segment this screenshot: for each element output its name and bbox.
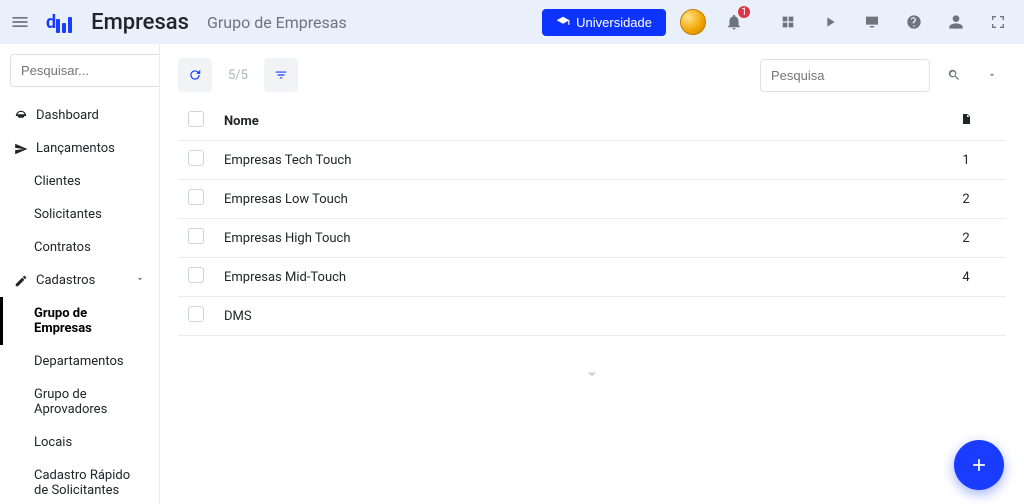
row-name: Empresas High Touch: [214, 219, 926, 258]
row-checkbox[interactable]: [188, 228, 204, 244]
nav-grupo-aprovadores[interactable]: Grupo de Aprovadores: [0, 378, 159, 426]
nav-departamentos[interactable]: Departamentos: [0, 345, 159, 378]
nav-dashboard-label: Dashboard: [36, 108, 99, 123]
th-checkbox: [178, 102, 214, 141]
th-name[interactable]: Nome: [214, 102, 926, 141]
university-button-label: Universidade: [576, 15, 652, 30]
row-count: 2: [926, 180, 1006, 219]
coin-icon[interactable]: [680, 9, 706, 35]
fullscreen-icon[interactable]: [990, 14, 1006, 30]
search-icon[interactable]: [940, 61, 968, 89]
main-content: 5/5 Nome: [160, 44, 1024, 504]
toolbar: 5/5: [178, 58, 1006, 92]
user-icon[interactable]: [948, 14, 964, 30]
nav-dashboard[interactable]: Dashboard: [0, 99, 159, 132]
page-title: Empresas: [91, 10, 189, 35]
row-count: [926, 297, 1006, 336]
row-count: 1: [926, 141, 1006, 180]
nav-grupo-empresas[interactable]: Grupo de Empresas: [0, 297, 159, 345]
table-row[interactable]: DMS: [178, 297, 1006, 336]
nav-contratos[interactable]: Contratos: [0, 231, 159, 264]
row-name: Empresas Mid-Touch: [214, 258, 926, 297]
row-checkbox[interactable]: [188, 189, 204, 205]
table-row[interactable]: Empresas Low Touch2: [178, 180, 1006, 219]
select-all-checkbox[interactable]: [188, 111, 204, 127]
table-row[interactable]: Empresas Tech Touch1: [178, 141, 1006, 180]
play-icon[interactable]: [822, 14, 838, 30]
nav-cadastro-rapido[interactable]: Cadastro Rápido de Solicitantes: [0, 459, 159, 504]
record-count: 5/5: [222, 68, 254, 83]
expand-more[interactable]: [178, 364, 1006, 388]
logo: d: [46, 12, 73, 33]
refresh-button[interactable]: [178, 58, 212, 92]
sidebar-search-input[interactable]: [10, 54, 160, 87]
row-count: 2: [926, 219, 1006, 258]
search-dropdown[interactable]: [978, 61, 1006, 89]
monitor-icon[interactable]: [864, 14, 880, 30]
table-search-input[interactable]: [760, 59, 930, 92]
sidebar: Dashboard Lançamentos Clientes Solicitan…: [0, 44, 160, 504]
nav-solicitantes[interactable]: Solicitantes: [0, 198, 159, 231]
nav-lancamentos[interactable]: Lançamentos: [0, 132, 159, 165]
data-table: Nome Empresas Tech Touch1Empresas Low To…: [178, 102, 1006, 336]
row-name: Empresas Low Touch: [214, 180, 926, 219]
notification-badge: 1: [736, 4, 752, 20]
row-checkbox[interactable]: [188, 267, 204, 283]
nav-locais[interactable]: Locais: [0, 426, 159, 459]
apps-icon[interactable]: [780, 14, 796, 30]
add-button[interactable]: [954, 440, 1004, 490]
th-count-icon[interactable]: [926, 102, 1006, 141]
nav-clientes[interactable]: Clientes: [0, 165, 159, 198]
top-icons: [780, 14, 1016, 30]
filter-button[interactable]: [264, 58, 298, 92]
hamburger-menu[interactable]: [4, 6, 36, 38]
nav-cadastros[interactable]: Cadastros: [0, 264, 159, 297]
university-button[interactable]: Universidade: [542, 9, 666, 36]
row-count: 4: [926, 258, 1006, 297]
page-subtitle: Grupo de Empresas: [207, 13, 347, 32]
row-name: Empresas Tech Touch: [214, 141, 926, 180]
notifications-button[interactable]: 1: [720, 8, 748, 36]
row-name: DMS: [214, 297, 926, 336]
chevron-down-icon: [135, 273, 145, 288]
row-checkbox[interactable]: [188, 306, 204, 322]
table-row[interactable]: Empresas Mid-Touch4: [178, 258, 1006, 297]
topbar: d Empresas Grupo de Empresas Universidad…: [0, 0, 1024, 44]
table-row[interactable]: Empresas High Touch2: [178, 219, 1006, 258]
help-icon[interactable]: [906, 14, 922, 30]
row-checkbox[interactable]: [188, 150, 204, 166]
nav-lancamentos-label: Lançamentos: [36, 141, 115, 156]
nav-cadastros-label: Cadastros: [36, 273, 95, 288]
